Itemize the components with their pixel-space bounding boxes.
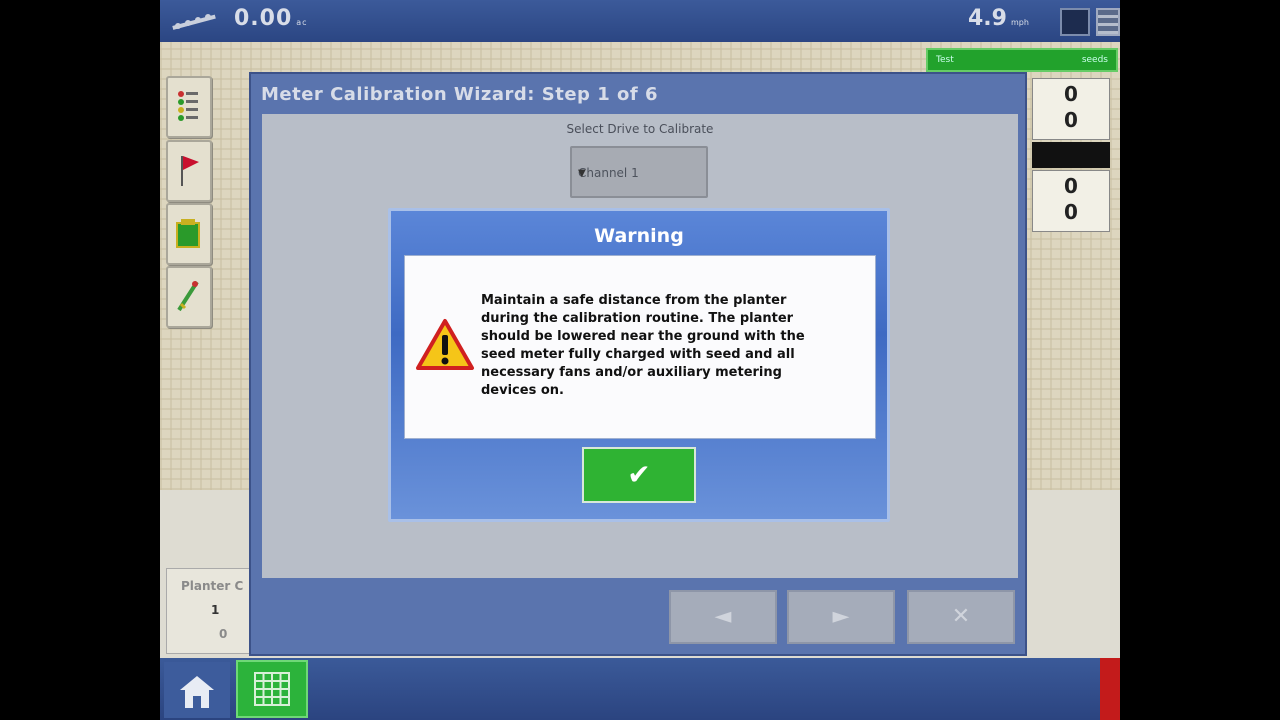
speed-readout: 4.9 mph	[968, 6, 1029, 31]
status-bar: 0.00 ac 4.9 mph	[160, 0, 1120, 42]
flag-button[interactable]	[166, 140, 212, 202]
row-status-button[interactable]	[166, 76, 212, 138]
ok-button[interactable]: ✔	[582, 447, 696, 503]
product-bar-label: Test	[936, 55, 954, 65]
counter-panel-top[interactable]: 0 0	[1032, 78, 1110, 140]
run-screen-button[interactable]	[236, 660, 308, 718]
grid-icon	[254, 672, 290, 706]
next-button[interactable]: ►	[787, 590, 895, 644]
counter-value: 0	[1064, 108, 1078, 132]
guidance-button[interactable]	[166, 266, 212, 328]
warning-dialog: Warning Maintain a safe distance from th…	[388, 208, 890, 522]
area-unit: ac	[296, 18, 308, 27]
drive-select[interactable]: Channel 1 ▼	[570, 146, 708, 198]
menu-icon[interactable]	[1096, 8, 1120, 36]
product-bar-unit: seeds	[1081, 55, 1108, 65]
warning-text-line: seed meter fully charged with seed and a…	[481, 347, 795, 362]
home-button[interactable]	[164, 662, 230, 718]
counter-panel-bottom[interactable]: 0 0	[1032, 170, 1110, 232]
back-button[interactable]: ◄	[669, 590, 777, 644]
implement-icon[interactable]	[170, 8, 220, 32]
warning-text-line: Maintain a safe distance from the plante…	[481, 293, 787, 308]
divider-bar	[1032, 142, 1110, 168]
warning-text-line: should be lowered near the ground with t…	[481, 329, 805, 344]
speed-unit: mph	[1010, 18, 1029, 27]
display-screen: 0.00 ac 4.9 mph Test seeds 0 0 0 0 Plant…	[160, 0, 1120, 720]
product-bar: Test seeds	[926, 48, 1118, 72]
warning-text-line: necessary fans and/or auxiliary metering	[481, 365, 782, 380]
area-value: 0.00	[234, 6, 293, 31]
screen-view-icon[interactable]	[1060, 8, 1090, 36]
planter-value: 1	[211, 603, 220, 617]
close-icon: ✕	[951, 604, 971, 629]
warning-triangle-icon	[416, 319, 474, 370]
counter-value: 0	[1064, 174, 1078, 198]
home-icon	[180, 676, 214, 708]
wizard-title: Meter Calibration Wizard: Step 1 of 6	[261, 84, 658, 105]
checkmark-icon: ✔	[627, 458, 651, 491]
guidance-icon	[177, 280, 199, 312]
warning-text: Maintain a safe distance from the plante…	[481, 292, 866, 400]
drive-select-label: Select Drive to Calibrate	[566, 122, 714, 136]
arrow-left-icon: ◄	[714, 604, 732, 629]
cancel-button[interactable]: ✕	[907, 590, 1015, 644]
chevron-down-icon: ▼	[578, 168, 586, 179]
planter-value: 0	[219, 627, 228, 641]
counter-value: 0	[1064, 82, 1078, 106]
alarm-tab[interactable]	[1100, 658, 1120, 720]
warning-title: Warning	[594, 225, 684, 247]
bottom-bar	[160, 658, 1120, 720]
speed-value: 4.9	[968, 6, 1007, 31]
row-status-icon	[178, 91, 198, 121]
warning-message-box: Maintain a safe distance from the plante…	[404, 255, 876, 439]
field-button[interactable]	[166, 203, 212, 265]
area-readout: 0.00 ac	[234, 6, 308, 31]
counter-value: 0	[1064, 200, 1078, 224]
field-icon	[176, 219, 200, 248]
arrow-right-icon: ►	[832, 604, 850, 629]
warning-text-line: during the calibration routine. The plan…	[481, 311, 794, 326]
planter-label: Planter C	[181, 579, 244, 593]
planter-panel[interactable]: Planter C 1 0	[166, 568, 252, 654]
flag-icon	[181, 156, 199, 186]
warning-text-line: devices on.	[481, 383, 564, 398]
